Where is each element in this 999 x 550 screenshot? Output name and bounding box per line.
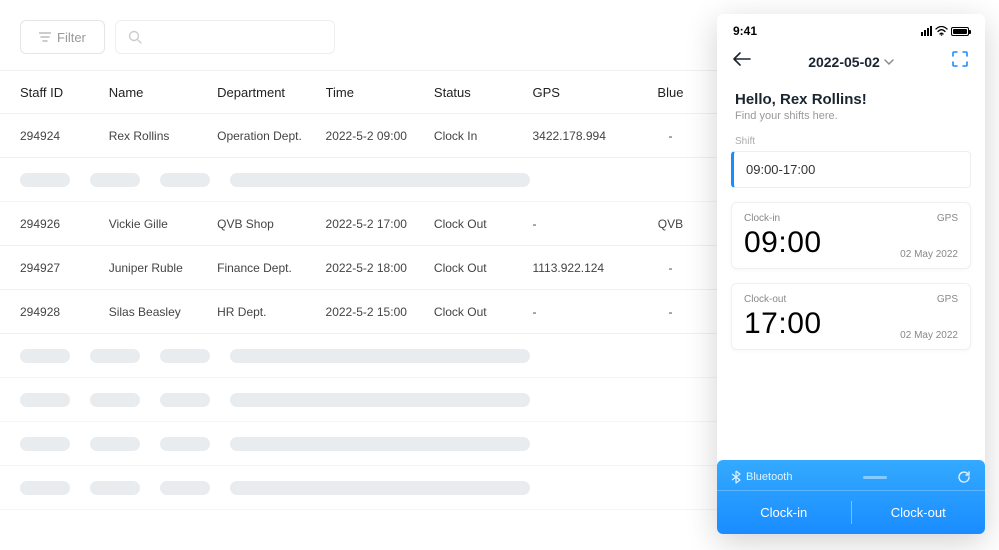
table-row[interactable]: 294928 Silas Beasley HR Dept. 2022-5-2 1… <box>0 290 720 334</box>
mobile-app: 9:41 2022-05-02 Hello, Rex Rollins! Find… <box>717 14 985 534</box>
filter-icon <box>39 32 51 42</box>
clock-out-date: 02 May 2022 <box>900 330 958 341</box>
wifi-icon <box>935 26 948 36</box>
clock-out-card: Clock-out GPS 17:00 02 May 2022 <box>731 283 971 350</box>
bluetooth-clock-in-button[interactable]: Clock-in <box>717 491 851 534</box>
col-time: Time <box>326 85 434 100</box>
greeting-subtitle: Find your shifts here. <box>735 110 967 122</box>
attendance-table: Staff ID Name Department Time Status GPS… <box>0 70 720 510</box>
clock-out-method: GPS <box>937 294 958 305</box>
signal-icon <box>921 26 932 36</box>
battery-icon <box>951 27 969 36</box>
table-row[interactable]: 294927 Juniper Ruble Finance Dept. 2022-… <box>0 246 720 290</box>
table-row-skeleton <box>0 378 720 422</box>
status-bar: 9:41 <box>717 14 985 42</box>
attendance-desktop: Filter Staff ID Name Department Time Sta… <box>0 0 720 550</box>
table-row-skeleton <box>0 158 720 202</box>
col-staff-id: Staff ID <box>20 85 109 100</box>
clock-in-date: 02 May 2022 <box>900 249 958 260</box>
col-department: Department <box>217 85 325 100</box>
device-time: 9:41 <box>733 24 757 38</box>
bluetooth-label: Bluetooth <box>746 471 792 483</box>
table-row-skeleton <box>0 466 720 510</box>
greeting-title: Hello, Rex Rollins! <box>735 91 967 108</box>
clock-in-time: 09:00 <box>744 226 822 260</box>
clock-out-time: 17:00 <box>744 307 822 341</box>
bluetooth-panel: Bluetooth Clock-in Clock-out <box>717 460 985 534</box>
greeting: Hello, Rex Rollins! Find your shifts her… <box>717 81 985 124</box>
shift-selector[interactable]: 09:00-17:00 <box>731 151 971 188</box>
col-name: Name <box>109 85 217 100</box>
table-row[interactable]: 294926 Vickie Gille QVB Shop 2022-5-2 17… <box>0 202 720 246</box>
search-input[interactable] <box>115 20 335 54</box>
scan-button[interactable] <box>951 50 969 73</box>
drag-handle-icon[interactable] <box>863 476 887 479</box>
filter-label: Filter <box>57 30 86 45</box>
table-row-skeleton <box>0 422 720 466</box>
status-icons <box>921 26 969 36</box>
col-bluetooth: Blue <box>641 85 700 100</box>
search-icon <box>128 30 142 44</box>
table-row-skeleton <box>0 334 720 378</box>
selected-date: 2022-05-02 <box>808 54 880 70</box>
bluetooth-clock-out-button[interactable]: Clock-out <box>852 491 986 534</box>
phone-header: 2022-05-02 <box>717 42 985 81</box>
table-header: Staff ID Name Department Time Status GPS… <box>0 70 720 114</box>
table-row[interactable]: 294924 Rex Rollins Operation Dept. 2022-… <box>0 114 720 158</box>
clock-out-label: Clock-out <box>744 294 786 305</box>
scan-icon <box>951 50 969 68</box>
filter-button[interactable]: Filter <box>20 20 105 54</box>
clock-in-card: Clock-in GPS 09:00 02 May 2022 <box>731 202 971 269</box>
col-status: Status <box>434 85 533 100</box>
clock-in-method: GPS <box>937 213 958 224</box>
shift-label: Shift <box>717 124 985 151</box>
chevron-down-icon <box>884 59 894 65</box>
refresh-icon[interactable] <box>957 470 971 484</box>
shift-time: 09:00-17:00 <box>746 162 815 177</box>
bluetooth-icon <box>731 470 741 484</box>
col-gps: GPS <box>532 85 640 100</box>
clock-in-label: Clock-in <box>744 213 780 224</box>
date-picker[interactable]: 2022-05-02 <box>808 54 894 70</box>
arrow-left-icon <box>733 52 751 66</box>
back-button[interactable] <box>733 52 751 71</box>
toolbar: Filter <box>0 20 720 70</box>
